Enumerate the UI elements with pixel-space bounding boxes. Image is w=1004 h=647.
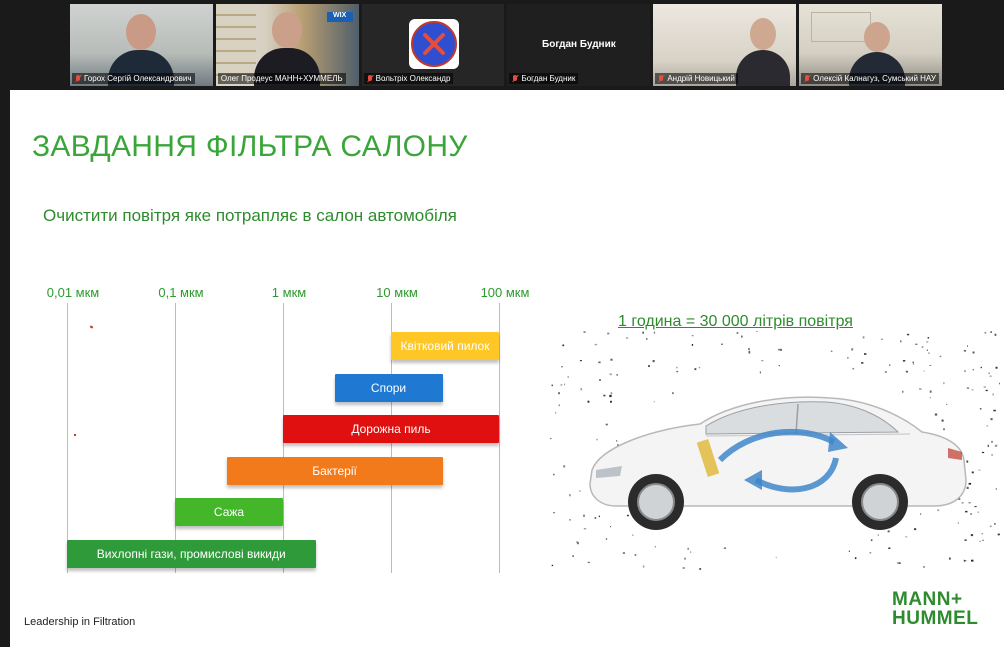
participant-tile[interactable]: Андрій Новицький [653, 4, 797, 86]
participant-tile[interactable]: Богдан Будник Богдан Будник [507, 4, 651, 86]
scale-tick-label: 10 мкм [376, 285, 418, 300]
scale-tick-label: 1 мкм [271, 285, 307, 300]
mic-muted-icon [367, 74, 373, 83]
scale-gridline [67, 303, 68, 573]
car-airflow-icon [550, 330, 1001, 570]
particle-range-bar: Дорожна пиль [283, 415, 499, 443]
participant-display-name: Богдан Будник [542, 39, 616, 50]
participant-name: Олег Продеус МАНН+ХУММЕЛЬ [220, 74, 343, 83]
participant-caption: Олексій Калнагуз, Сумський НАУ [801, 73, 939, 84]
participant-caption: Вольтріх Олександр [363, 73, 454, 84]
slide-title: ЗАВДАННЯ ФІЛЬТРА САЛОНУ [32, 130, 468, 163]
participant-name: Вольтріх Олександр [375, 74, 451, 83]
participant-name: Богдан Будник [521, 74, 576, 83]
participant-caption: Олег Продеус МАНН+ХУММЕЛЬ [217, 73, 346, 84]
mic-muted-icon [512, 74, 518, 83]
participant-caption: Богдан Будник [509, 73, 579, 84]
participant-tile[interactable]: Олексій Калнагуз, Сумський НАУ [799, 4, 942, 86]
conference-window: Горох Сергій Олександрович WIX Олег Прод… [0, 0, 1004, 647]
participant-strip: Горох Сергій Олександрович WIX Олег Прод… [70, 4, 942, 88]
logo-line: MANN+ [892, 589, 963, 610]
participant-caption: Андрій Новицький [655, 73, 738, 84]
participant-name: Горох Сергій Олександрович [84, 74, 192, 83]
logo-line: HUMMEL [892, 608, 979, 629]
decor-mark [89, 325, 94, 329]
slide-subtitle: Очистити повітря яке потрапляє в салон а… [43, 206, 457, 225]
particle-range-bar: Бактерії [226, 456, 443, 485]
brand-logo: MANN+ HUMMEL [892, 590, 978, 628]
scale-tick-label: 0,1 мкм [158, 285, 204, 300]
tools-icon [422, 33, 445, 55]
participant-avatar [408, 19, 459, 69]
scale-tick-label: 100 мкм [480, 285, 530, 300]
mic-muted-icon [75, 74, 81, 83]
particle-range-bar: Сажа [175, 498, 283, 526]
scale-gridline [175, 303, 176, 573]
participant-tile[interactable]: Вольтріх Олександр [361, 4, 505, 86]
mic-muted-icon [804, 74, 810, 83]
particle-range-bar: Спори [334, 373, 443, 402]
decor-mark [74, 434, 76, 436]
scale-tick-label: 0,01 мкм [46, 285, 100, 300]
participant-tile-active-speaker[interactable]: WIX Олег Продеус МАНН+ХУММЕЛЬ [215, 4, 359, 86]
particle-range-bar: Вихлопні гази, промислові викиди [67, 539, 316, 568]
participant-caption: Горох Сергій Олександрович [72, 73, 195, 84]
shared-screen-slide: ЗАВДАННЯ ФІЛЬТРА САЛОНУ Очистити повітря… [10, 90, 1004, 647]
participant-name: Андрій Новицький [667, 74, 735, 83]
participant-tile[interactable]: Горох Сергій Олександрович [70, 4, 213, 86]
participant-name: Олексій Калнагуз, Сумський НАУ [813, 74, 936, 83]
mic-muted-icon [658, 74, 664, 83]
particle-range-bar: Квітковий пилок [391, 332, 499, 360]
scale-gridline [499, 303, 500, 573]
car-illustration [530, 320, 1001, 580]
footer-tagline: Leadership in Filtration [24, 616, 136, 628]
